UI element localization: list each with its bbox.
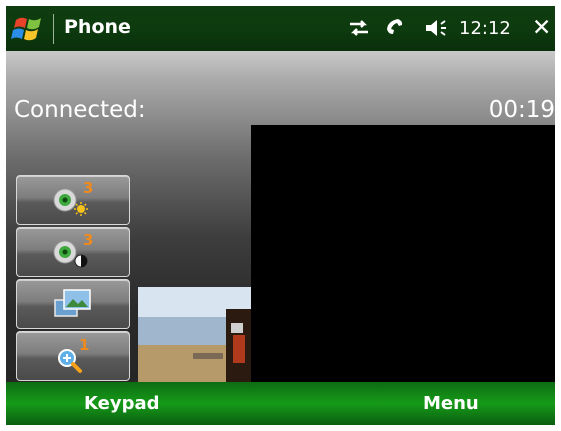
brightness-button[interactable]: 3 [16, 175, 130, 225]
menu-softkey[interactable]: Menu [423, 382, 479, 425]
zoom-badge: 1 [79, 336, 89, 354]
phone-signal-icon[interactable] [381, 15, 407, 41]
swap-view-button[interactable] [16, 279, 130, 329]
call-timer: 00:19 [488, 97, 555, 123]
remote-video-feed [251, 125, 555, 382]
contrast-badge: 3 [83, 231, 93, 249]
speaker-volume-icon[interactable] [423, 15, 449, 41]
phone-screen: Phone 12:12 ✕ Connected: 00:19 3 3 1 Key… [0, 0, 561, 431]
data-connection-icon[interactable] [346, 15, 372, 41]
title-separator [53, 14, 54, 44]
video-call-area: Connected: 00:19 3 3 1 [6, 51, 555, 382]
zoom-button[interactable]: 1 [16, 331, 130, 381]
windows-start-icon[interactable] [10, 12, 46, 46]
contrast-button[interactable]: 3 [16, 227, 130, 277]
local-camera-preview [138, 287, 251, 382]
title-bar: Phone 12:12 ✕ [6, 6, 555, 51]
keypad-softkey[interactable]: Keypad [84, 382, 160, 425]
brightness-badge: 3 [83, 179, 93, 197]
app-title: Phone [64, 16, 131, 38]
clock: 12:12 [459, 18, 511, 39]
close-button[interactable]: ✕ [532, 15, 551, 41]
softkey-bar: Keypad Menu [6, 382, 555, 425]
call-status-label: Connected: [14, 97, 146, 123]
